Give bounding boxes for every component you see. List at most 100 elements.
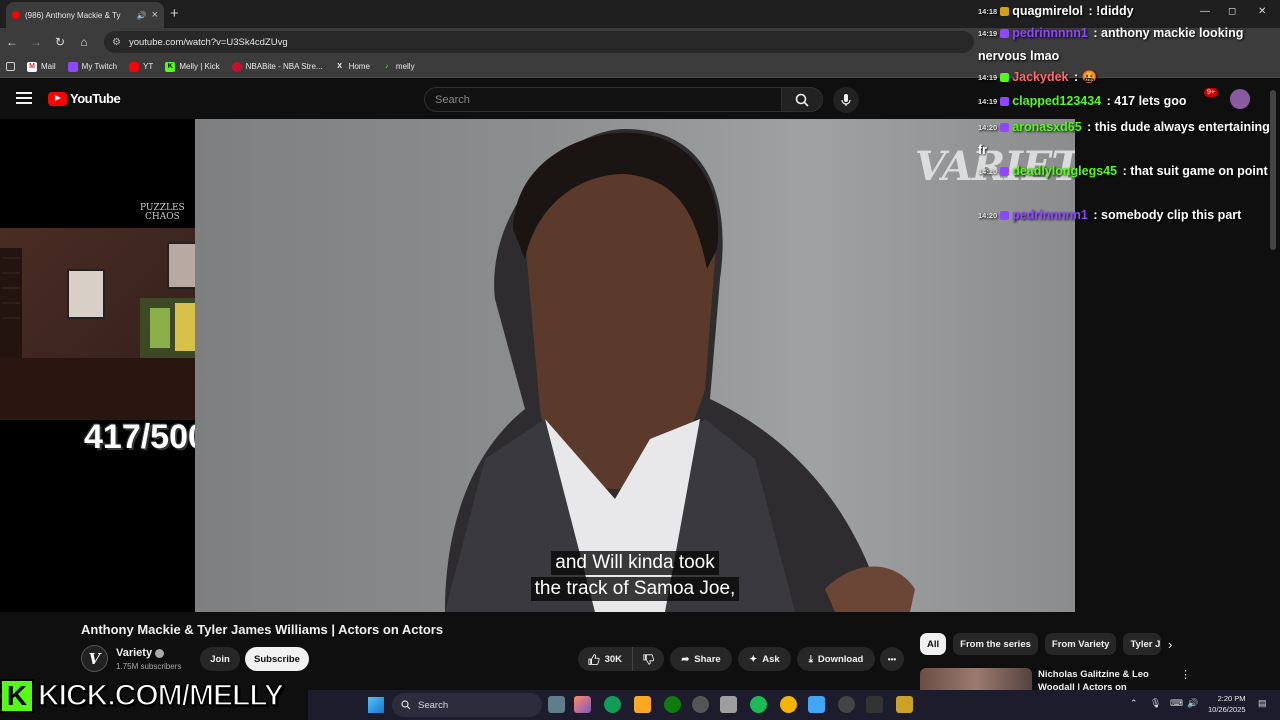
bookmark-yt[interactable]: YT xyxy=(129,61,153,72)
tab-close-icon[interactable]: × xyxy=(152,9,158,21)
taskbar-clock[interactable]: 2:20 PM 10/26/2025 xyxy=(1208,693,1246,715)
xbox-icon[interactable] xyxy=(664,696,681,713)
media-player-icon[interactable] xyxy=(838,696,855,713)
youtube-logo[interactable]: YouTube xyxy=(48,91,121,106)
puzzles-chaos-logo: PUZZLES CHAOS xyxy=(140,203,185,222)
bookmark-melly[interactable]: ♪ melly xyxy=(382,62,414,72)
back-icon[interactable]: ← xyxy=(0,35,24,49)
site-info-icon[interactable]: ⚙ xyxy=(112,37,121,48)
chip-from-variety[interactable]: From Variety xyxy=(1044,633,1117,655)
gmail-icon: M xyxy=(27,61,37,72)
chip-from-the-series[interactable]: From the series xyxy=(953,633,1038,655)
windows-start-icon[interactable] xyxy=(368,697,384,713)
steam-icon[interactable] xyxy=(692,696,709,713)
voice-search-button[interactable] xyxy=(833,87,859,113)
chat-badge-icon xyxy=(1000,211,1010,221)
url-field[interactable]: ⚙ youtube.com/watch?v=U3Sk4cdZUvg xyxy=(104,31,974,53)
chat-message: 14:20 pedrinnnnn1 : somebody clip this pa… xyxy=(978,208,1242,222)
dislike-button[interactable] xyxy=(632,647,664,671)
chat-message: 14:19 clapped123434 : 417 lets goo xyxy=(978,94,1187,108)
file-explorer-icon[interactable] xyxy=(634,696,651,713)
chat-timestamp: 14:19 xyxy=(978,28,998,38)
x-icon: X xyxy=(337,62,342,70)
speaker-icon[interactable]: 🔊 xyxy=(137,11,147,20)
like-button[interactable]: 30K xyxy=(578,647,632,671)
sparkle-icon: ✦ xyxy=(749,653,758,665)
copilot-icon[interactable] xyxy=(574,696,591,713)
volume-icon[interactable]: 🔊 xyxy=(1187,698,1198,709)
related-filter-chips: All From the series From Variety Tyler J xyxy=(920,633,1162,655)
recommended-video-title[interactable]: Nicholas Galitzine & Leo Woodall | Actor… xyxy=(1038,668,1158,690)
channel-name[interactable]: Variety xyxy=(116,647,165,659)
bookmark-x-home[interactable]: X Home xyxy=(335,62,370,72)
chat-message: 14:20 deadlylonglegs45 : that suit game o… xyxy=(978,164,1268,178)
ask-button[interactable]: ✦ Ask xyxy=(738,647,791,671)
chevron-right-icon[interactable]: › xyxy=(1168,637,1172,652)
menu-icon[interactable] xyxy=(16,92,32,104)
bookmark-my-twitch[interactable]: My Twitch xyxy=(67,61,117,72)
more-vertical-icon[interactable]: ⋮ xyxy=(1180,668,1191,681)
chrome-icon[interactable] xyxy=(780,696,797,713)
chat-username[interactable]: aronasxd65 xyxy=(1012,120,1081,134)
edge-icon[interactable] xyxy=(604,696,621,713)
caption-line-1: and Will kinda took xyxy=(195,551,1075,575)
nba-icon xyxy=(231,61,242,72)
chat-username[interactable]: deadlylonglegs45 xyxy=(1012,164,1117,178)
bookmark-nbabite[interactable]: NBABite - NBA Stre... xyxy=(231,61,323,72)
chat-timestamp: 14:19 xyxy=(978,96,998,106)
taskbar-search[interactable]: Search xyxy=(392,693,542,717)
chat-username[interactable]: pedrinnnnn1 xyxy=(1012,26,1088,40)
reload-icon[interactable]: ↻ xyxy=(48,35,72,49)
chip-tyler[interactable]: Tyler J xyxy=(1123,633,1162,655)
bookmark-mail[interactable]: M Mail xyxy=(27,61,56,72)
join-button[interactable]: Join xyxy=(200,647,240,671)
app-icon[interactable] xyxy=(866,696,883,713)
apps-grid-icon[interactable] xyxy=(6,62,15,71)
share-button[interactable]: ➦ Share xyxy=(670,647,732,671)
thumbs-down-icon xyxy=(643,653,654,665)
task-view-icon[interactable] xyxy=(548,696,565,713)
store-icon[interactable] xyxy=(720,696,737,713)
download-button[interactable]: ⤓ Download xyxy=(797,647,875,671)
chat-message: 14:19 Jackydek : 🤬 xyxy=(978,70,1098,84)
chip-all[interactable]: All xyxy=(920,633,947,655)
url-text: youtube.com/watch?v=U3Sk4cdZUvg xyxy=(128,36,288,48)
browser-tab-youtube[interactable]: (986) Anthony Mackie & Ty 🔊 × xyxy=(6,2,164,28)
chat-badge-icon xyxy=(1000,7,1010,17)
home-icon[interactable]: ⌂ xyxy=(72,35,96,49)
chat-text: 417 lets goo xyxy=(1114,94,1187,108)
tab-title: (986) Anthony Mackie & Ty xyxy=(25,10,121,20)
more-actions-button[interactable]: ••• xyxy=(880,647,904,671)
verified-icon xyxy=(155,648,165,658)
new-tab-button[interactable]: + xyxy=(170,5,179,22)
bookmark-melly-kick[interactable]: K Melly | Kick xyxy=(165,61,220,72)
chat-username[interactable]: Jackydek xyxy=(1012,70,1068,84)
video-player[interactable]: VARIETY and Will kinda took the track of… xyxy=(195,119,1075,612)
chat-badge-icon xyxy=(1000,73,1010,83)
network-icon[interactable]: ⌨ xyxy=(1170,698,1183,709)
subscriber-count: 1.75M subscribers xyxy=(116,662,182,671)
subscribe-button[interactable]: Subscribe xyxy=(245,647,309,671)
channel-avatar[interactable]: V xyxy=(81,645,108,672)
chat-username[interactable]: pedrinnnnn1 xyxy=(1012,208,1088,222)
search-input[interactable]: Search xyxy=(424,87,782,112)
chat-timestamp: 14:19 xyxy=(978,72,998,82)
photos-icon[interactable] xyxy=(808,696,825,713)
kick-icon: K xyxy=(165,61,176,72)
microphone-icon[interactable]: 🎙 xyxy=(1150,698,1161,709)
chat-username[interactable]: quagmirelol xyxy=(1012,4,1083,18)
page-scrollbar[interactable] xyxy=(1270,90,1276,250)
caption-line-2: the track of Samoa Joe, xyxy=(195,577,1075,601)
chat-username[interactable]: clapped123434 xyxy=(1012,94,1101,108)
forward-icon[interactable]: → xyxy=(24,35,48,49)
tray-chevron-icon[interactable]: ⌃ xyxy=(1130,698,1138,709)
chat-message: 14:19 pedrinnnnn1 : anthony mackie lookin… xyxy=(978,26,1244,63)
chat-badge-icon xyxy=(1000,167,1010,177)
spotify-icon[interactable] xyxy=(750,696,767,713)
kick-logo-icon: K xyxy=(0,679,34,713)
notification-icon[interactable]: ▤ xyxy=(1258,698,1267,709)
obs-icon[interactable] xyxy=(896,696,913,713)
chat-badge-icon xyxy=(1000,97,1010,107)
chat-text: that suit game on point xyxy=(1130,164,1268,178)
search-button[interactable] xyxy=(781,87,823,112)
